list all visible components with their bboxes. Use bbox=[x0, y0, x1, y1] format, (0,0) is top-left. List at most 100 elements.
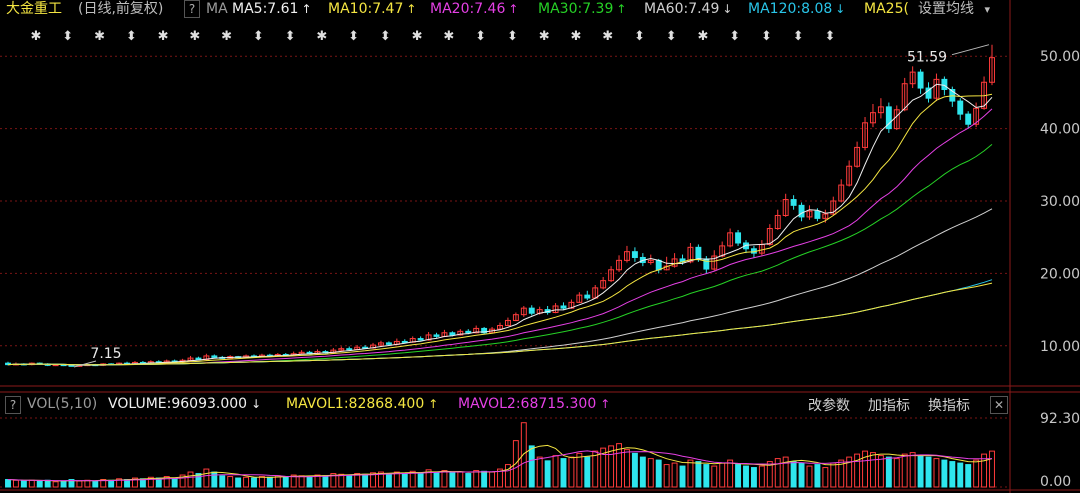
volume-bar bbox=[282, 476, 289, 488]
stock-name[interactable]: 大金重工 bbox=[6, 0, 62, 20]
settings-ma-button[interactable]: 设置均线 ▾ bbox=[918, 0, 992, 20]
candle-body bbox=[957, 100, 964, 115]
volume-bar bbox=[655, 459, 662, 488]
volume-legend-value: MAVOL1:82868.400 bbox=[286, 396, 425, 412]
volume-bar bbox=[203, 468, 210, 488]
add-indicator-button[interactable]: 加指标 bbox=[868, 395, 910, 415]
volume-bar bbox=[592, 450, 599, 488]
volume-bar bbox=[774, 458, 781, 488]
trend-arrow-icon: ↑ bbox=[428, 397, 439, 411]
volume-bar bbox=[5, 479, 11, 488]
volume-bar bbox=[679, 465, 686, 488]
volume-bar bbox=[258, 476, 265, 488]
candle-body bbox=[798, 204, 805, 218]
asterisk-marker-icon: ✱ bbox=[698, 29, 709, 44]
volume-bar bbox=[28, 479, 35, 488]
candle-body bbox=[401, 340, 408, 343]
volume-bar bbox=[854, 453, 861, 488]
volume-bar bbox=[235, 477, 242, 488]
volume-bar bbox=[560, 458, 567, 488]
modify-params-button[interactable]: 改参数 bbox=[808, 395, 850, 415]
volume-bar bbox=[544, 460, 551, 488]
volume-bar bbox=[346, 474, 353, 488]
ma-legend-value: MA120:8.08 bbox=[748, 1, 833, 17]
period-label[interactable]: (日线,前复权) bbox=[78, 0, 163, 20]
updown-marker-icon: ⬍ bbox=[666, 29, 677, 44]
volume-bar bbox=[92, 480, 99, 488]
volume-bar bbox=[671, 462, 678, 488]
ma-prefix: MA bbox=[206, 1, 228, 17]
switch-indicator-button[interactable]: 换指标 bbox=[928, 395, 970, 415]
ma-legend-item: MA120:8.08 ↓ bbox=[748, 0, 845, 20]
volume-bar bbox=[473, 470, 480, 488]
volume-bar bbox=[52, 481, 59, 488]
volume-help-icon[interactable]: ? bbox=[5, 396, 21, 414]
candle-body bbox=[814, 210, 821, 219]
help-icon[interactable]: ? bbox=[184, 0, 200, 18]
price-tick-label: 50.00 bbox=[1040, 49, 1080, 65]
volume-bar bbox=[251, 477, 257, 488]
asterisk-marker-icon: ✱ bbox=[189, 29, 200, 44]
close-icon[interactable]: ✕ bbox=[990, 396, 1008, 414]
volume-bar bbox=[441, 470, 448, 488]
price-tick-label: 40.00 bbox=[1040, 122, 1080, 138]
volume-legend-value: VOLUME:96093.000 bbox=[108, 396, 248, 412]
volume-bar bbox=[695, 461, 702, 488]
asterisk-marker-icon: ✱ bbox=[316, 29, 327, 44]
candle-body bbox=[465, 330, 472, 334]
volume-legend-item: VOLUME:96093.000 ↓ bbox=[108, 393, 261, 415]
ma-legend-item: MA25( bbox=[864, 0, 912, 20]
trend-arrow-icon: ↑ bbox=[616, 2, 627, 16]
volume-bar bbox=[925, 456, 932, 488]
ma-legend-item: MA20:7.46 ↑ bbox=[430, 0, 518, 20]
candle-body bbox=[560, 305, 567, 309]
volume-bar bbox=[584, 456, 591, 488]
high-annotation-leader bbox=[951, 44, 990, 56]
price-tick-label: 20.00 bbox=[1040, 266, 1080, 282]
trend-arrow-icon: ↓ bbox=[251, 397, 262, 411]
volume-bar bbox=[941, 459, 948, 488]
volume-bar bbox=[171, 477, 178, 488]
volume-bar bbox=[20, 480, 27, 488]
asterisk-marker-icon: ✱ bbox=[221, 29, 232, 44]
updown-marker-icon: ⬍ bbox=[126, 29, 137, 44]
volume-bar bbox=[750, 467, 757, 488]
volume-bar bbox=[711, 465, 718, 488]
volume-bar bbox=[743, 465, 749, 488]
candle-body bbox=[433, 334, 440, 337]
asterisk-marker-icon: ✱ bbox=[443, 29, 454, 44]
asterisk-marker-icon: ✱ bbox=[539, 29, 550, 44]
trend-arrow-icon: ↑ bbox=[600, 397, 611, 411]
ma-legend-item: MA10:7.47 ↑ bbox=[328, 0, 416, 20]
volume-bar bbox=[576, 452, 583, 488]
updown-marker-icon: ⬍ bbox=[475, 29, 486, 44]
volume-bar bbox=[901, 453, 908, 488]
volume-bar bbox=[187, 471, 194, 488]
volume-bar bbox=[631, 452, 638, 488]
volume-bar bbox=[798, 462, 805, 488]
stock-chart: 50.00 40.00 30.00 20.00 10.00 92.30 0.00 ✱ ⬍ ✱ ⬍ ✱ ✱… bbox=[0, 0, 1080, 493]
volume-bar bbox=[60, 480, 67, 488]
volume-indicator-label: VOL(5,10) bbox=[27, 396, 98, 412]
candle-body bbox=[655, 259, 662, 271]
volume-bar bbox=[306, 476, 313, 488]
ma-legend-item: MA60:7.49 ↓ bbox=[644, 0, 732, 20]
volume-bar bbox=[108, 479, 115, 488]
volume-bar bbox=[893, 458, 900, 488]
candle-body bbox=[695, 246, 702, 260]
asterisk-marker-icon: ✱ bbox=[158, 29, 169, 44]
candle-body bbox=[211, 355, 218, 358]
volume-bar bbox=[266, 476, 273, 488]
volume-tick-label: 0.00 bbox=[1040, 474, 1071, 490]
volume-bar bbox=[211, 471, 218, 488]
candle-body bbox=[449, 332, 456, 336]
chevron-down-icon: ▾ bbox=[984, 3, 990, 16]
volume-tick-label: 92.30 bbox=[1040, 411, 1080, 427]
volume-bar bbox=[933, 458, 940, 488]
candle-body bbox=[584, 294, 591, 299]
volume-legend-value: MAVOL2:68715.300 bbox=[458, 396, 597, 412]
volume-bar bbox=[965, 464, 972, 488]
volume-bar bbox=[870, 452, 876, 488]
volume-bar bbox=[790, 461, 797, 488]
asterisk-marker-icon: ✱ bbox=[31, 29, 42, 44]
